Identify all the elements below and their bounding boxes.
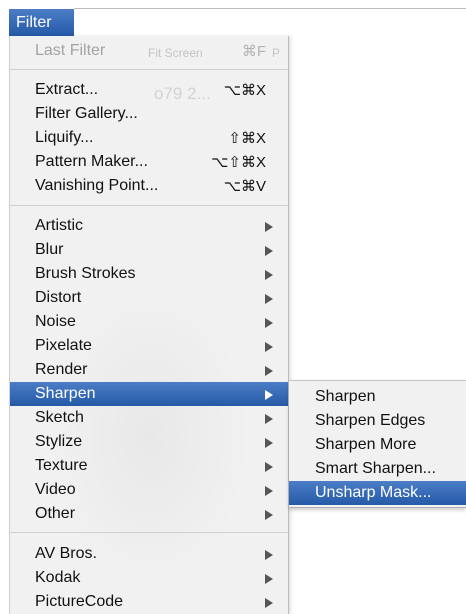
- menu-item-noise[interactable]: Noise: [10, 310, 288, 334]
- menu-item-label: Blur: [35, 241, 64, 258]
- menu-item-filter-gallery[interactable]: Filter Gallery...: [10, 102, 288, 126]
- menu-item-shortcut: ⇧⌘X: [228, 130, 266, 147]
- triangle-right-icon: [265, 270, 273, 280]
- menu-item-shortcut: ⌥⌘X: [223, 82, 266, 99]
- menu-item-render[interactable]: Render: [10, 358, 288, 382]
- triangle-right-icon: [265, 462, 273, 472]
- submenu-item-label: Sharpen Edges: [315, 412, 426, 429]
- menu-item-label: Last Filter: [35, 42, 106, 59]
- submenu-item-label: Sharpen More: [315, 436, 417, 453]
- triangle-right-icon: [265, 222, 273, 232]
- menu-item-av-bros[interactable]: AV Bros.: [10, 542, 288, 566]
- menu-item-label: Liquify...: [35, 129, 94, 146]
- menu-item-distort[interactable]: Distort: [10, 286, 288, 310]
- menu-item-label: Texture: [35, 457, 88, 474]
- menu-item-label: Noise: [35, 313, 76, 330]
- submenu-item-sharpen-edges[interactable]: Sharpen Edges: [289, 409, 466, 433]
- triangle-right-icon: [265, 390, 273, 400]
- menu-item-label: Extract...: [35, 81, 99, 98]
- menu-item-last-filter: Last Filter ⌘F: [10, 39, 288, 63]
- menu-separator: [10, 205, 288, 206]
- menu-separator: [10, 69, 288, 70]
- menu-item-texture[interactable]: Texture: [10, 454, 288, 478]
- menu-item-pattern-maker[interactable]: Pattern Maker... ⌥⇧⌘X: [10, 150, 288, 174]
- menu-item-label: Filter Gallery...: [35, 105, 138, 122]
- menu-title-filter[interactable]: Filter: [9, 9, 74, 36]
- menu-item-label: Pattern Maker...: [35, 153, 148, 170]
- triangle-right-icon: [265, 486, 273, 496]
- menu-item-brush-strokes[interactable]: Brush Strokes: [10, 262, 288, 286]
- triangle-right-icon: [265, 294, 273, 304]
- submenu-item-label: Unsharp Mask...: [315, 484, 432, 501]
- triangle-right-icon: [265, 366, 273, 376]
- menu-item-label: Video: [35, 481, 76, 498]
- menu-item-label: Stylize: [35, 433, 83, 450]
- triangle-right-icon: [265, 414, 273, 424]
- menu-item-label: Sharpen: [35, 385, 96, 402]
- triangle-right-icon: [265, 246, 273, 256]
- filter-menu: Fit Screen P o79 2... Last Filter ⌘F Ext…: [9, 36, 289, 614]
- menu-item-shortcut: ⌥⇧⌘X: [211, 154, 266, 171]
- menu-item-sketch[interactable]: Sketch: [10, 406, 288, 430]
- menu-item-label: Artistic: [35, 217, 83, 234]
- menu-item-label: Distort: [35, 289, 82, 306]
- triangle-right-icon: [265, 438, 273, 448]
- menu-item-other[interactable]: Other: [10, 502, 288, 526]
- menu-item-label: PictureCode: [35, 593, 124, 610]
- submenu-item-smart-sharpen[interactable]: Smart Sharpen...: [289, 457, 466, 481]
- menu-item-stylize[interactable]: Stylize: [10, 430, 288, 454]
- triangle-right-icon: [265, 598, 273, 608]
- menu-item-shortcut: ⌥⌘V: [223, 178, 266, 195]
- submenu-item-unsharp-mask[interactable]: Unsharp Mask...: [289, 481, 466, 505]
- triangle-right-icon: [265, 342, 273, 352]
- menu-item-label: Pixelate: [35, 337, 92, 354]
- menu-item-blur[interactable]: Blur: [10, 238, 288, 262]
- menu-item-label: Render: [35, 361, 88, 378]
- triangle-right-icon: [265, 510, 273, 520]
- submenu-item-sharpen[interactable]: Sharpen: [289, 385, 466, 409]
- menubar-divider: [74, 8, 466, 9]
- menu-item-artistic[interactable]: Artistic: [10, 214, 288, 238]
- submenu-item-sharpen-more[interactable]: Sharpen More: [289, 433, 466, 457]
- menu-item-pixelate[interactable]: Pixelate: [10, 334, 288, 358]
- menu-item-label: Other: [35, 505, 76, 522]
- menu-item-kodak[interactable]: Kodak: [10, 566, 288, 590]
- menu-item-shortcut: ⌘F: [241, 43, 266, 60]
- menu-item-picturecode[interactable]: PictureCode: [10, 590, 288, 614]
- menu-item-extract[interactable]: Extract... ⌥⌘X: [10, 78, 288, 102]
- submenu-item-label: Smart Sharpen...: [315, 460, 436, 477]
- menu-item-liquify[interactable]: Liquify... ⇧⌘X: [10, 126, 288, 150]
- sharpen-submenu: Sharpen Sharpen Edges Sharpen More Smart…: [289, 380, 466, 508]
- triangle-right-icon: [265, 318, 273, 328]
- menu-item-sharpen[interactable]: Sharpen: [10, 382, 288, 406]
- menu-item-label: Vanishing Point...: [35, 177, 159, 194]
- menu-item-label: Sketch: [35, 409, 84, 426]
- menu-item-vanishing-point[interactable]: Vanishing Point... ⌥⌘V: [10, 174, 288, 198]
- submenu-item-label: Sharpen: [315, 388, 376, 405]
- menu-separator: [10, 532, 288, 533]
- menu-item-label: Brush Strokes: [35, 265, 136, 282]
- triangle-right-icon: [265, 574, 273, 584]
- menu-item-video[interactable]: Video: [10, 478, 288, 502]
- triangle-right-icon: [265, 550, 273, 560]
- menu-item-label: Kodak: [35, 569, 81, 586]
- menu-item-label: AV Bros.: [35, 545, 97, 562]
